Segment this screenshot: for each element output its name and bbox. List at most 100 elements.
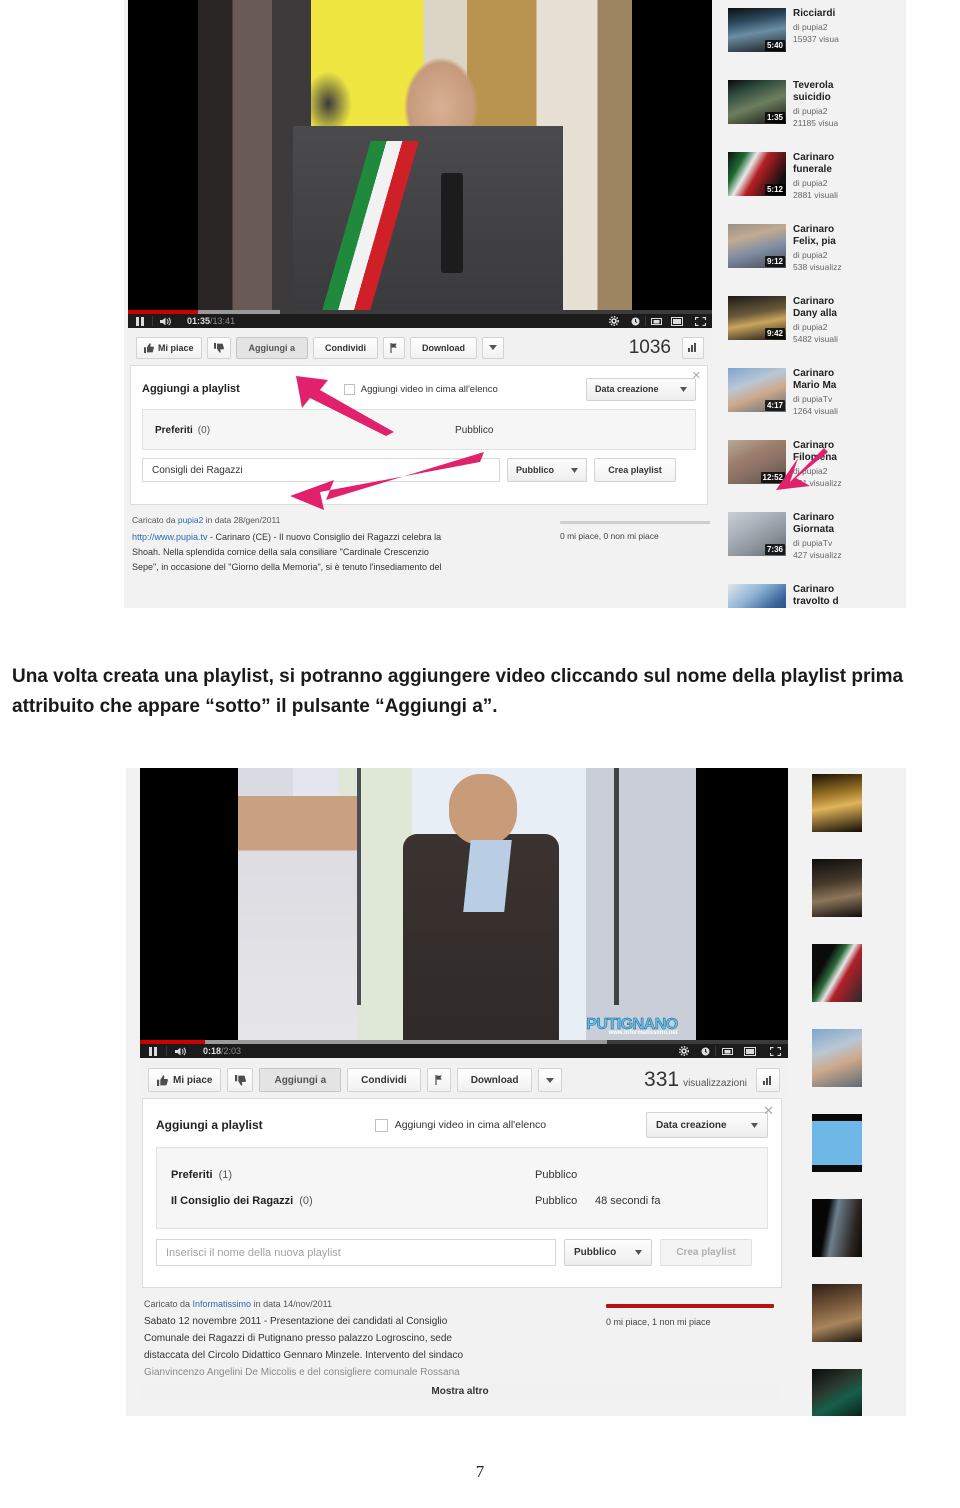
flag-button[interactable]: [426, 1068, 451, 1092]
video-title-line[interactable]: Carinaro: [793, 296, 838, 308]
new-playlist-input[interactable]: Inserisci il nome della nuova playlist: [156, 1239, 556, 1266]
video-thumbnail[interactable]: 5:40: [728, 8, 786, 52]
size-small-icon[interactable]: [646, 314, 666, 328]
video-thumbnail[interactable]: [812, 944, 862, 1002]
gear-icon[interactable]: [603, 314, 625, 328]
list-item[interactable]: [800, 942, 906, 1027]
close-icon[interactable]: ✕: [692, 369, 701, 382]
size-small-icon[interactable]: [716, 1044, 738, 1058]
list-item[interactable]: 12:52 Carinaro Filomena di pupia2 621 visual…: [720, 438, 906, 510]
table-row[interactable]: Preferiti (0) Pubblico: [155, 410, 683, 451]
pause-icon[interactable]: [140, 1044, 166, 1058]
share-button[interactable]: Condividi: [313, 336, 379, 359]
download-button[interactable]: Download: [456, 1068, 533, 1092]
clock-icon[interactable]: [625, 314, 645, 328]
list-item[interactable]: [800, 1282, 906, 1367]
video-title-line[interactable]: Filomena: [793, 452, 842, 464]
bottom-video-player[interactable]: PUTIGNANO www.Informatissimo.net 0:18/2:…: [140, 768, 788, 1058]
video-thumbnail[interactable]: [812, 1114, 862, 1172]
bottom-control-bar[interactable]: 0:18/2:03: [140, 1044, 788, 1058]
download-button[interactable]: Download: [410, 336, 478, 359]
video-title-line[interactable]: Mario Ma: [793, 380, 838, 392]
top-description-link[interactable]: http://www.pupia.tv: [132, 532, 208, 542]
theater-mode-icon[interactable]: [738, 1044, 762, 1058]
list-item[interactable]: 5:12 Carinaro funerale di pupia2 2881 visual…: [720, 150, 906, 222]
video-thumbnail[interactable]: 9:42: [728, 296, 786, 340]
top-sort-dropdown[interactable]: Data creazione: [586, 377, 696, 401]
list-item[interactable]: [800, 1112, 906, 1197]
video-title-line[interactable]: Ricciardi: [793, 8, 839, 20]
bottom-topofqueue-checkbox-group[interactable]: Aggiungi video in cima all'elenco: [374, 1118, 546, 1132]
video-title-line[interactable]: travolto d: [793, 596, 839, 608]
gear-icon[interactable]: [673, 1044, 695, 1058]
list-item[interactable]: 4:17 Carinaro Mario Ma di pupiaTv 1264 visua…: [720, 366, 906, 438]
new-playlist-input[interactable]: Consigli dei Ragazzi: [142, 458, 500, 482]
video-title-line[interactable]: Felix, pia: [793, 236, 842, 248]
fullscreen-icon[interactable]: [762, 1044, 788, 1058]
add-to-button[interactable]: Aggiungi a: [259, 1068, 342, 1092]
video-title-line[interactable]: Carinaro: [793, 224, 842, 236]
bottom-visibility-dropdown[interactable]: Pubblico: [564, 1239, 652, 1266]
top-visibility-dropdown[interactable]: Pubblico: [507, 458, 587, 482]
video-thumbnail[interactable]: [728, 584, 786, 608]
video-thumbnail[interactable]: 5:12: [728, 152, 786, 196]
share-button[interactable]: Condividi: [347, 1068, 421, 1092]
download-caret-button[interactable]: [538, 1068, 563, 1092]
video-thumbnail[interactable]: 9:12: [728, 224, 786, 268]
video-thumbnail[interactable]: [812, 774, 862, 832]
list-item[interactable]: [800, 772, 906, 857]
bottom-uploader-link[interactable]: Informatissimo: [193, 1299, 252, 1309]
download-caret-button[interactable]: [482, 336, 505, 359]
video-title-line[interactable]: Carinaro: [793, 512, 842, 524]
video-title-line[interactable]: Carinaro: [793, 584, 839, 596]
video-title-line[interactable]: Giornata: [793, 524, 842, 536]
video-title-line[interactable]: funerale: [793, 164, 838, 176]
like-button[interactable]: Mi piace: [148, 1068, 222, 1092]
table-row[interactable]: Il Consiglio dei Ragazzi (0) Pubblico 48…: [171, 1188, 753, 1214]
list-item[interactable]: Carinaro travolto d: [720, 582, 906, 608]
table-row[interactable]: Preferiti (1) Pubblico: [171, 1162, 753, 1188]
show-more-button[interactable]: Mostra altro: [140, 1383, 780, 1400]
create-playlist-button[interactable]: Crea playlist: [660, 1239, 752, 1266]
video-title-line[interactable]: Carinaro: [793, 368, 838, 380]
volume-icon[interactable]: [153, 314, 179, 328]
flag-button[interactable]: [383, 336, 406, 359]
video-thumbnail[interactable]: [812, 1284, 862, 1342]
close-icon[interactable]: ✕: [763, 1103, 774, 1119]
top-control-bar[interactable]: 01:35/13:41: [128, 314, 712, 328]
bottom-topofqueue-checkbox[interactable]: [374, 1118, 388, 1132]
video-thumbnail[interactable]: 4:17: [728, 368, 786, 412]
video-title-line[interactable]: Carinaro: [793, 152, 838, 164]
video-thumbnail[interactable]: 1:35: [728, 80, 786, 124]
create-playlist-button[interactable]: Crea playlist: [594, 458, 676, 482]
pause-icon[interactable]: [128, 314, 152, 328]
video-thumbnail[interactable]: [812, 1029, 862, 1087]
list-item[interactable]: [800, 857, 906, 942]
video-thumbnail[interactable]: [812, 1199, 862, 1257]
volume-icon[interactable]: [167, 1044, 195, 1058]
like-button[interactable]: Mi piace: [136, 336, 202, 359]
clock-icon[interactable]: [695, 1044, 715, 1058]
video-thumbnail[interactable]: [812, 859, 862, 917]
dislike-button[interactable]: [206, 336, 231, 359]
video-title-line[interactable]: Teverola: [793, 80, 838, 92]
list-item[interactable]: [800, 1027, 906, 1112]
top-uploader-link[interactable]: pupia2: [178, 515, 204, 525]
top-topofqueue-checkbox[interactable]: [343, 383, 355, 395]
video-thumbnail[interactable]: 12:52: [728, 440, 786, 484]
fullscreen-icon[interactable]: [688, 314, 712, 328]
list-item[interactable]: 7:36 Carinaro Giornata di pupiaTv 427 visual…: [720, 510, 906, 582]
list-item[interactable]: 9:12 Carinaro Felix, pia di pupia2 538 visua…: [720, 222, 906, 294]
statistics-button[interactable]: [756, 1068, 780, 1092]
list-item[interactable]: 5:40 Ricciardi di pupia2 15937 visua: [720, 6, 906, 78]
list-item[interactable]: [800, 1367, 906, 1416]
list-item[interactable]: 9:42 Carinaro Dany alla di pupia2 5482 visua…: [720, 294, 906, 366]
dislike-button[interactable]: [227, 1068, 254, 1092]
video-title-line[interactable]: Dany alla: [793, 308, 838, 320]
top-topofqueue-checkbox-group[interactable]: Aggiungi video in cima all'elenco: [343, 383, 498, 395]
video-title-line[interactable]: Carinaro: [793, 440, 842, 452]
bottom-sort-dropdown[interactable]: Data creazione: [646, 1112, 768, 1138]
video-thumbnail[interactable]: [812, 1369, 862, 1416]
theater-mode-icon[interactable]: [666, 314, 688, 328]
video-thumbnail[interactable]: 7:36: [728, 512, 786, 556]
